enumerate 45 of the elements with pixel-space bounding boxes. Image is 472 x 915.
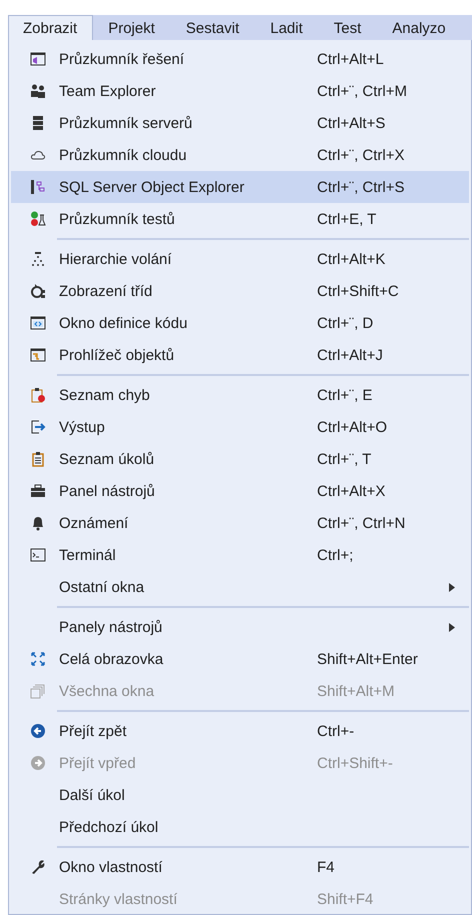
menu-item[interactable]: SQL Server Object Explorer Ctrl+¨, Ctrl+S [11, 171, 469, 203]
menu-item[interactable]: Okno vlastností F4 [11, 851, 469, 883]
menu-bar-item[interactable]: Ladit [255, 15, 319, 40]
code-window-icon [30, 315, 46, 331]
menu-item[interactable]: Předchozí úkol [11, 811, 469, 843]
terminal-icon [30, 547, 46, 563]
menu-item[interactable]: Ostatní okna [11, 571, 469, 603]
solution-window-icon [30, 51, 46, 67]
fullscreen-icon [30, 651, 46, 667]
people-icon [30, 83, 46, 99]
windows-icon [30, 683, 46, 699]
menu-item[interactable]: Seznam chyb Ctrl+¨, E [11, 379, 469, 411]
menu-item[interactable]: Team Explorer Ctrl+¨, Ctrl+M [11, 75, 469, 107]
server-icon [30, 115, 46, 131]
menu-bar-item[interactable]: Sestavit [170, 15, 256, 40]
menu-item[interactable]: Výstup Ctrl+Alt+O [11, 411, 469, 443]
menu-item[interactable]: Prohlížeč objektů Ctrl+Alt+J [11, 339, 469, 371]
menu-item[interactable]: Další úkol [11, 779, 469, 811]
wrench-icon [30, 859, 46, 875]
error-clipboard-icon [30, 387, 46, 403]
bell-icon [30, 515, 46, 531]
menu-item[interactable]: Panel nástrojů Ctrl+Alt+X [11, 475, 469, 507]
menu-item[interactable]: Oznámení Ctrl+¨, Ctrl+N [11, 507, 469, 539]
output-arrow-icon [30, 419, 46, 435]
menu-item[interactable]: Okno definice kódu Ctrl+¨, D [11, 307, 469, 339]
hierarchy-icon [30, 251, 46, 267]
menu-item[interactable]: Zobrazení tříd Ctrl+Shift+C [11, 275, 469, 307]
menu-item[interactable]: Průzkumník řešení Ctrl+Alt+L [11, 43, 469, 75]
menu-bar-item[interactable]: Projekt [93, 15, 171, 40]
menu-item[interactable]: Hierarchie volání Ctrl+Alt+K [11, 243, 469, 275]
menu-item[interactable]: Přejít zpět Ctrl+- [11, 715, 469, 747]
test-flask-icon [30, 211, 46, 227]
menu-bar-item[interactable]: Test [318, 15, 378, 40]
menu-item[interactable]: Terminál Ctrl+; [11, 539, 469, 571]
menu-bar-item[interactable]: Zobrazit [8, 15, 94, 40]
database-tree-icon [30, 179, 46, 195]
menu-item[interactable]: Celá obrazovka Shift+Alt+Enter [11, 643, 469, 675]
menu-item[interactable]: Průzkumník cloudu Ctrl+¨, Ctrl+X [11, 139, 469, 171]
clipboard-icon [30, 451, 46, 467]
menu-item[interactable]: Panely nástrojů [11, 611, 469, 643]
menu-item[interactable]: Seznam úkolů Ctrl+¨, T [11, 443, 469, 475]
toolbox-icon [30, 483, 46, 499]
menu-item[interactable]: Průzkumník testů Ctrl+E, T [11, 203, 469, 235]
menu-bar-item[interactable]: Analyzo [377, 15, 462, 40]
menu-item[interactable]: Průzkumník serverů Ctrl+Alt+S [11, 107, 469, 139]
